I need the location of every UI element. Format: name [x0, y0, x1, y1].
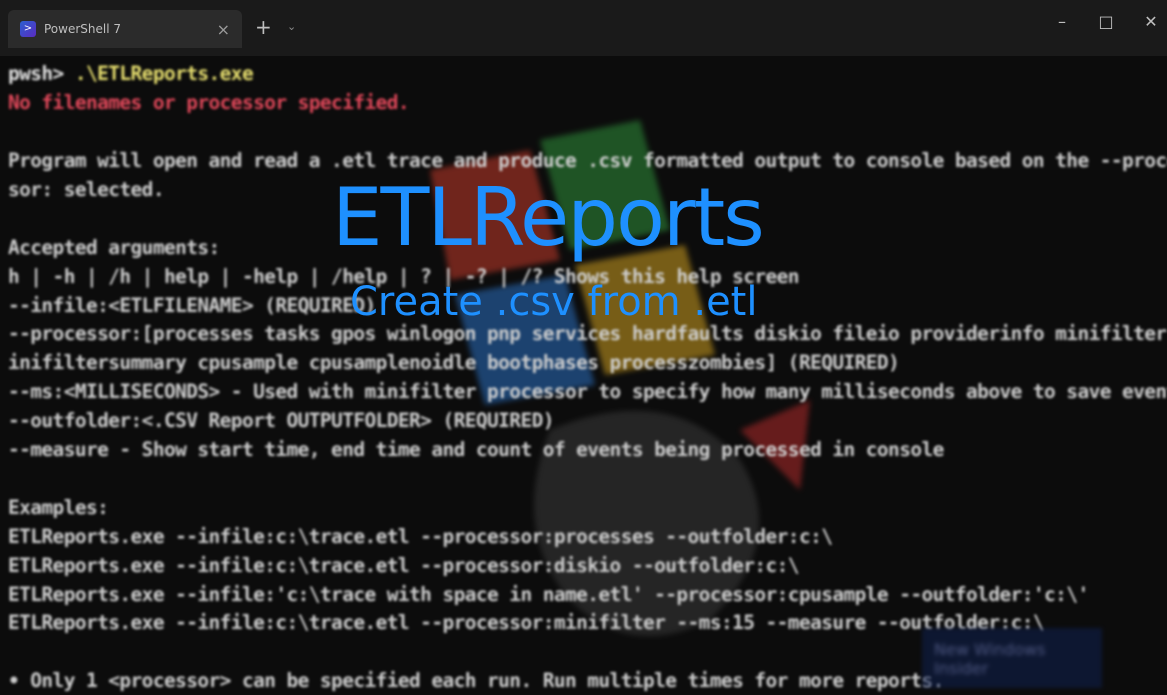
maximize-button[interactable]: □ — [1092, 12, 1120, 31]
minimize-button[interactable]: – — [1048, 12, 1076, 31]
output-line: --infile:<ETLFILENAME> (REQUIRED) — [8, 293, 376, 317]
command-text: .\ETLReports.exe — [63, 62, 254, 85]
output-line: --outfolder:<.CSV Report OUTPUTFOLDER> (… — [8, 409, 554, 433]
output-line: • Only 1 <processor> can be specified ea… — [8, 669, 944, 693]
output-line: ETLReports.exe --infile:c:\trace.etl --p… — [8, 611, 1045, 635]
output-line: --ms:<MILLISECONDS> - Used with minifilt… — [8, 380, 1167, 404]
error-message: No filenames or processor specified. — [8, 91, 410, 114]
output-line: Examples: — [8, 495, 109, 519]
chevron-down-icon[interactable]: ⌄ — [287, 20, 296, 33]
watermark-text: New Windows Insider — [934, 640, 1046, 678]
new-tab-button[interactable]: + — [255, 15, 272, 39]
output-line: ETLReports.exe --infile:c:\trace.etl --p… — [8, 553, 800, 577]
tab-powershell[interactable]: > PowerShell 7 × — [8, 10, 242, 48]
overlay-title: ETLReports — [332, 171, 765, 264]
output-line: --measure - Show start time, end time an… — [8, 438, 944, 461]
output-line: inifiltersummary cpusample cpusamplenoid… — [8, 351, 900, 375]
command-line: pwsh> .\ETLReports.exe — [8, 60, 254, 88]
output-line: ETLReports.exe --infile:'c:\trace with s… — [8, 582, 1089, 606]
title-bar: > PowerShell 7 × + ⌄ – □ ✕ — [0, 0, 1167, 56]
output-line: sor: selected. — [8, 177, 165, 201]
powershell-icon: > — [20, 21, 36, 37]
close-window-button[interactable]: ✕ — [1137, 12, 1165, 31]
overlay-subtitle: Create .csv from .etl — [350, 279, 758, 325]
terminal-output[interactable]: pwsh> .\ETLReports.exe No filenames or p… — [0, 58, 1167, 692]
prompt: pwsh> — [8, 62, 64, 85]
output-line: ETLReports.exe --infile:c:\trace.etl --p… — [8, 524, 833, 548]
tab-title: PowerShell 7 — [44, 22, 122, 36]
insider-watermark: New Windows Insider — [922, 628, 1102, 688]
tab-close-icon[interactable]: × — [217, 20, 230, 39]
output-line: Accepted arguments: — [8, 235, 220, 259]
